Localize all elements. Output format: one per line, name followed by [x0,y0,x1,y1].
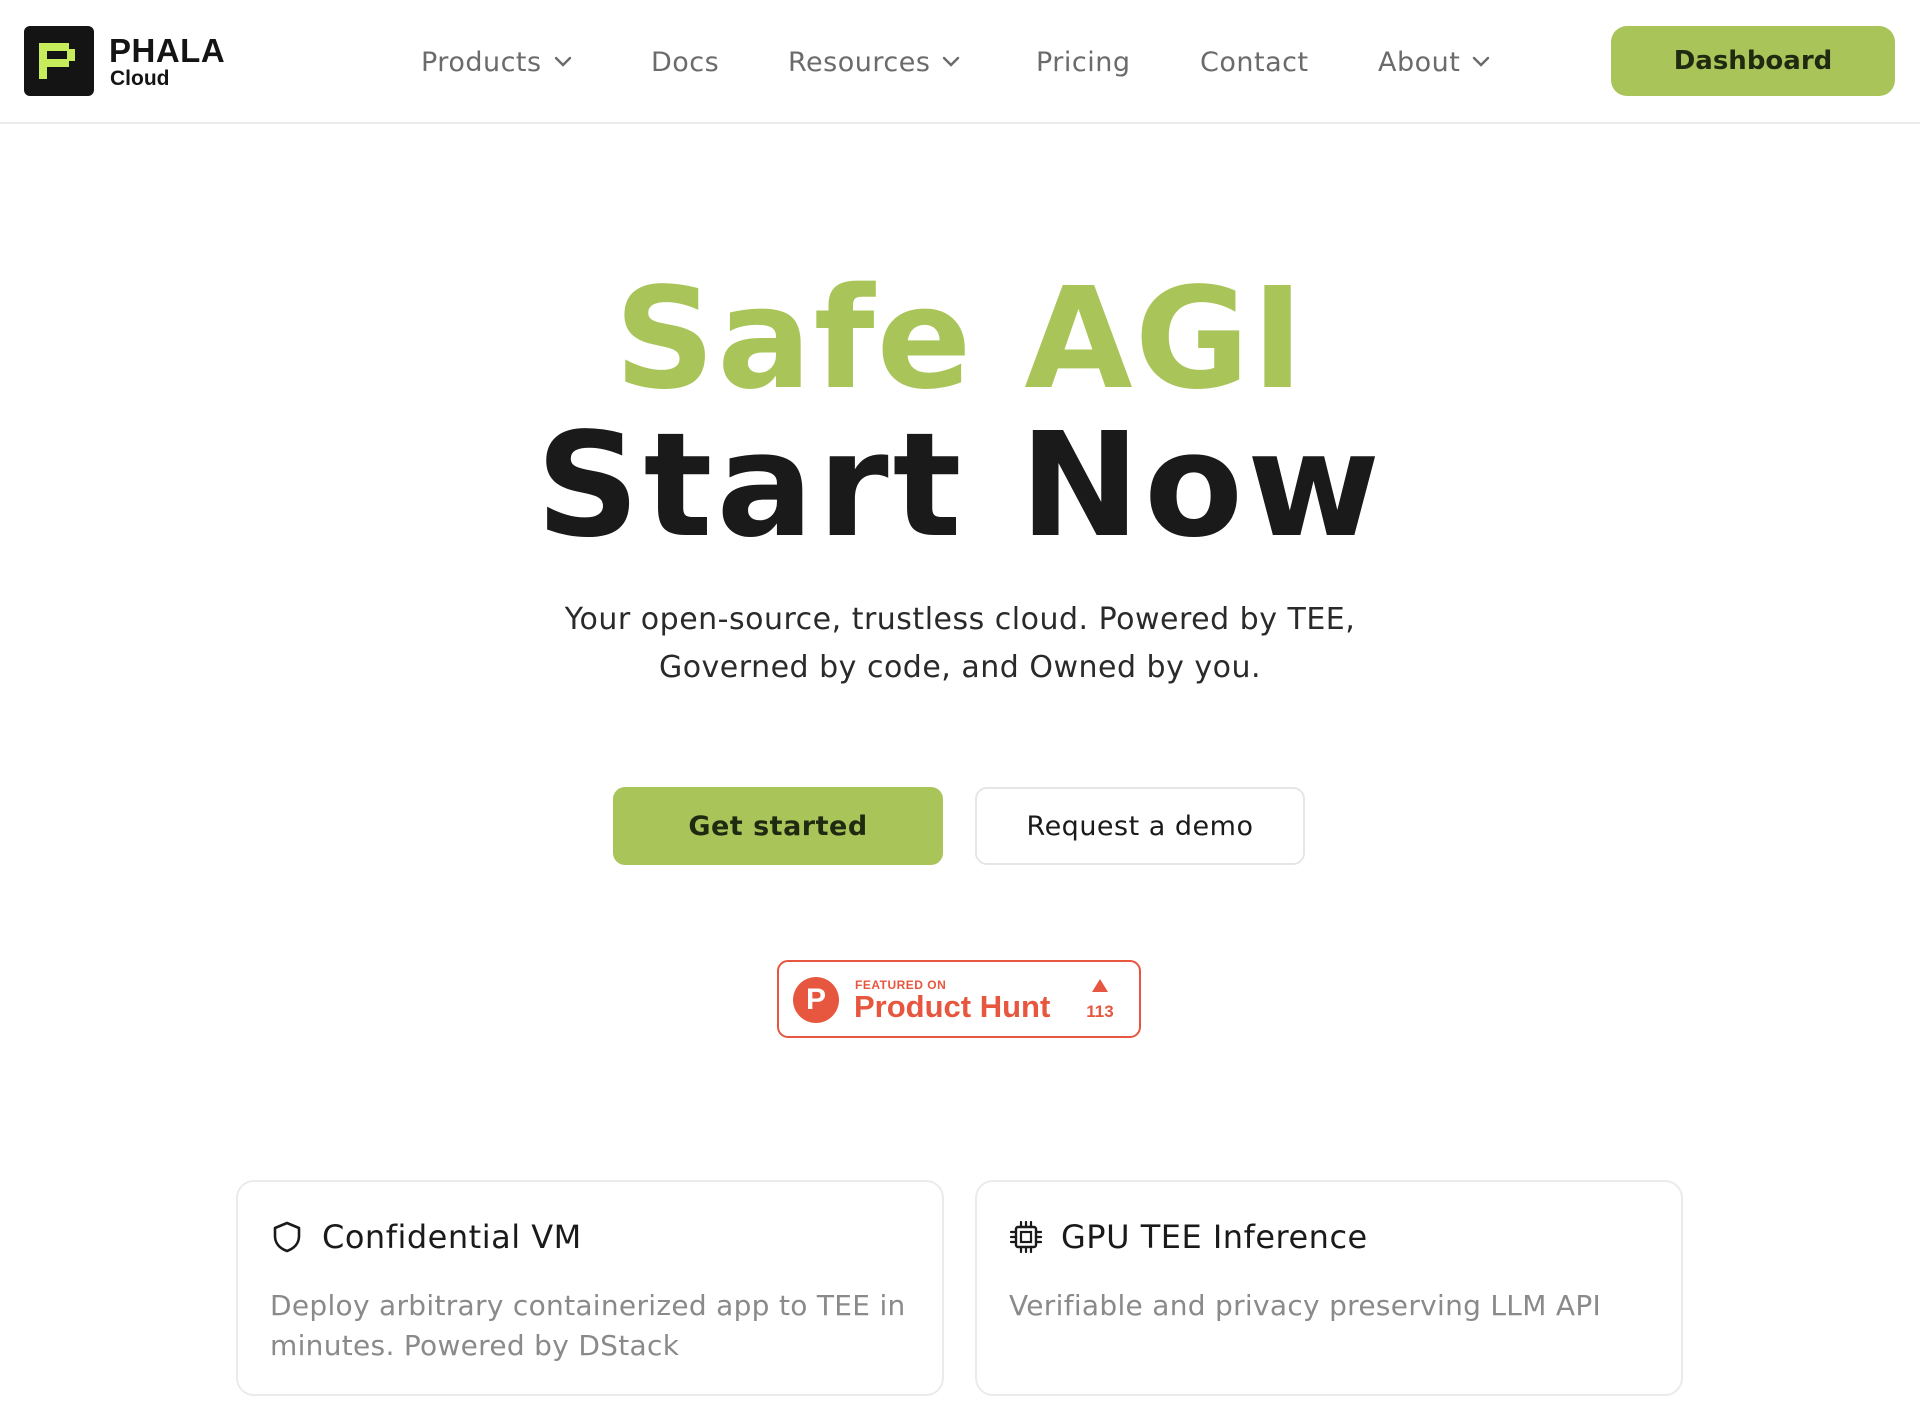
feature-card-title: GPU TEE Inference [1061,1218,1368,1256]
cpu-chip-icon [1009,1220,1043,1254]
feature-card-header: GPU TEE Inference [1009,1218,1368,1256]
product-hunt-logo-letter: P [805,983,826,1016]
nav-docs[interactable]: Docs [651,40,719,84]
hero-subtitle-line-1: Your open-source, trustless cloud. Power… [564,602,1356,637]
hero-subtitle-line-2: Governed by code, and Owned by you. [658,650,1262,685]
feature-card-confidential-vm[interactable]: Confidential VM Deploy arbitrary contain… [236,1180,944,1396]
phala-cloud-logo[interactable]: PHALA Cloud [24,26,225,96]
nav-contact[interactable]: Contact [1200,40,1309,84]
nav-docs-label: Docs [651,46,720,78]
product-hunt-name: Product Hunt [854,989,1051,1024]
nav-contact-label: Contact [1200,46,1309,78]
feature-card-gpu-tee-inference[interactable]: GPU TEE Inference Verifiable and privacy… [975,1180,1683,1396]
chevron-down-icon [943,56,960,67]
hero-title-line-2: Start Now [535,401,1385,569]
hero-title-line-1: Safe AGI [614,258,1306,421]
nav-about-label: About [1378,46,1461,78]
hero-subtitle: Your open-source, trustless cloud. Power… [0,596,1920,692]
phala-pixel-logo-icon [24,26,94,96]
request-demo-button[interactable]: Request a demo [975,787,1305,865]
feature-card-description: Verifiable and privacy preserving LLM AP… [1009,1289,1602,1322]
upvote-arrow-icon [1092,979,1108,992]
nav-pricing[interactable]: Pricing [1036,40,1131,84]
top-navigation-bar: PHALA Cloud Products Docs Resources Pric… [0,0,1920,124]
feature-card-description: Deploy arbitrary containerized app to TE… [270,1289,906,1362]
nav-about[interactable]: About [1378,40,1490,84]
logo-name: PHALA [109,31,226,69]
feature-card-header: Confidential VM [270,1218,582,1256]
nav-pricing-label: Pricing [1036,46,1131,78]
shield-icon [273,1221,301,1253]
logo-wordmark: PHALA Cloud [109,34,225,89]
nav-resources-label: Resources [788,46,931,78]
get-started-button[interactable]: Get started [613,787,943,865]
product-hunt-logo-icon: P [793,977,839,1023]
nav-products-label: Products [421,46,542,78]
logo-subtitle: Cloud [110,66,170,90]
product-hunt-upvote-count: 113 [1086,1002,1114,1021]
product-hunt-badge[interactable]: P FEATURED ON Product Hunt 113 [777,960,1141,1038]
chevron-down-icon [1473,56,1490,67]
dashboard-button[interactable]: Dashboard [1611,26,1895,96]
chevron-down-icon [554,56,571,67]
nav-products[interactable]: Products [421,40,572,84]
nav-resources[interactable]: Resources [788,40,960,84]
feature-card-title: Confidential VM [322,1218,582,1256]
